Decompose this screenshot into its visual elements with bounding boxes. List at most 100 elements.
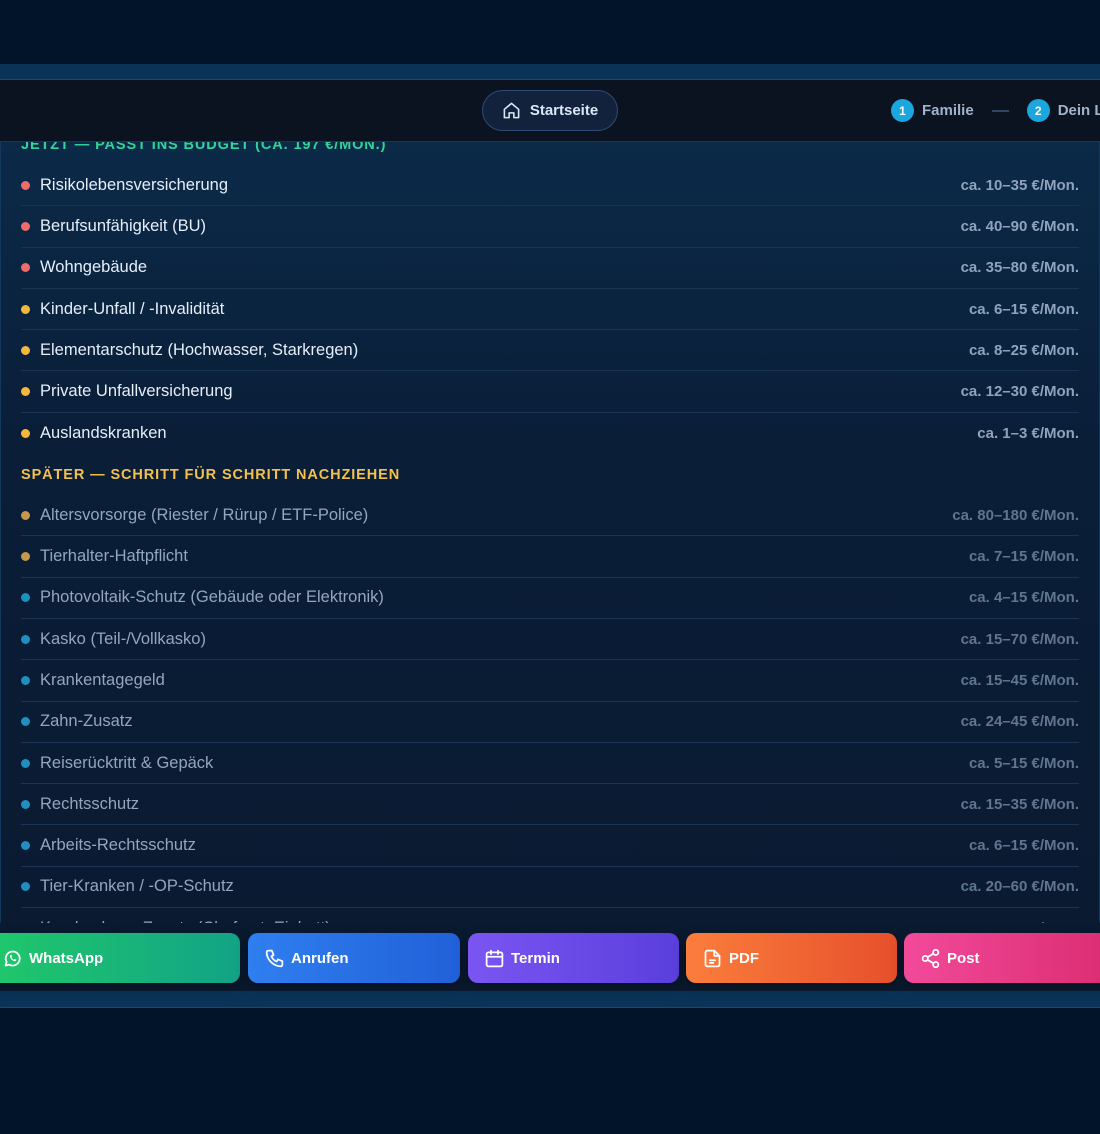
- list-item-price: ca. 1–3 €/Mon.: [977, 424, 1079, 442]
- list-item[interactable]: Kasko (Teil-/Vollkasko) ca. 15–70 €/Mon.: [21, 619, 1079, 661]
- list-item-price: ca. 6–15 €/Mon.: [968, 300, 1079, 318]
- list-item[interactable]: Altersvorsorge (Riester / Rürup / ETF-Po…: [21, 495, 1079, 537]
- list-item-price: ca. 15–35 €/Mon.: [960, 795, 1079, 813]
- priority-dot: [21, 552, 30, 562]
- appointment-button-label: Termin: [511, 949, 560, 967]
- priority-dot: [21, 717, 30, 727]
- list-item-price: ca. 7–15 €/Mon.: [968, 548, 1079, 566]
- priority-dot: [21, 180, 30, 190]
- step-number-badge: 2: [1026, 99, 1050, 122]
- list-item-label: Altersvorsorge (Riester / Rürup / ETF-Po…: [40, 505, 369, 524]
- list-item[interactable]: Elementarschutz (Hochwasser, Starkregen)…: [21, 330, 1079, 372]
- section-title-now: JETZT — PASST INS BUDGET (CA. 197 €/MON.…: [21, 142, 387, 153]
- list-item[interactable]: Rechtsschutz ca. 15–35 €/Mon.: [21, 784, 1079, 826]
- list-item-price: ca. 15–70 €/Mon.: [960, 630, 1079, 648]
- list-item[interactable]: Photovoltaik-Schutz (Gebäude oder Elektr…: [21, 578, 1079, 619]
- app-screen: Startseite 1 Familie 2 Dein Le JETZT — P…: [0, 0, 1100, 1134]
- priority-dot: [21, 345, 30, 355]
- priority-dot: [21, 799, 30, 809]
- step-label: Familie: [922, 102, 974, 119]
- list-item-label: Wohngebäude: [40, 258, 148, 277]
- list-item-price: ca. 20–60 €/Mon.: [960, 878, 1079, 896]
- step-dein-leben[interactable]: 2 Dein Le: [1026, 99, 1100, 122]
- step-label: Dein Le: [1057, 102, 1100, 119]
- pdf-button-label: PDF: [729, 949, 759, 967]
- priority-dot: [21, 882, 30, 892]
- priority-dot: [21, 634, 30, 644]
- post-button-label: Post: [947, 949, 980, 967]
- list-item[interactable]: Risikolebensversicherung ca. 10–35 €/Mon.: [21, 165, 1079, 207]
- bottom-accent-strip: [0, 991, 1100, 1007]
- list-item-label: Arbeits-Rechtsschutz: [40, 836, 196, 855]
- list-item-label: Elementarschutz (Hochwasser, Starkregen): [40, 340, 359, 359]
- list-item-price: ca. 15–45 €/Mon.: [960, 671, 1079, 689]
- whatsapp-button[interactable]: WhatsApp: [0, 933, 240, 983]
- list-item-price: ca. 80–180 €/Mon.: [952, 506, 1079, 524]
- list-item[interactable]: Krankenhaus-Zusatz (Chefarzt, Einbett)ca…: [21, 908, 1079, 923]
- recommendation-panel[interactable]: JETZT — PASST INS BUDGET (CA. 197 €/MON.…: [0, 142, 1100, 923]
- list-item-price: ca. 8–25 €/Mon.: [968, 341, 1079, 359]
- list-item-label: Zahn-Zusatz: [40, 712, 133, 731]
- list-item-price: ca. 24–45 €/Mon.: [960, 713, 1079, 731]
- whatsapp-button-label: WhatsApp: [29, 949, 104, 967]
- priority-dot: [21, 841, 30, 851]
- list-item-price: ca. 10–35 €/Mon.: [960, 176, 1079, 194]
- list-item[interactable]: Wohngebäude ca. 35–80 €/Mon.: [21, 248, 1079, 289]
- home-button[interactable]: Startseite: [482, 90, 618, 131]
- step-separator: [991, 109, 1009, 112]
- list-item-price: ca. 5–15 €/Mon.: [968, 754, 1079, 772]
- pdf-button[interactable]: PDF: [686, 933, 897, 983]
- list-item-label: Rechtsschutz: [40, 794, 140, 813]
- list-item-price: ca. 4–15 €/Mon.: [968, 589, 1079, 607]
- priority-dot: [21, 263, 30, 273]
- list-item-label: Krankentagegeld: [40, 670, 165, 689]
- list-item[interactable]: Auslandskranken ca. 1–3 €/Mon.: [21, 413, 1079, 454]
- list-item-label: Photovoltaik-Schutz (Gebäude oder Elektr…: [40, 588, 384, 607]
- list-item[interactable]: Kinder-Unfall / -Invalidität ca. 6–15 €/M…: [21, 289, 1079, 331]
- priority-dot: [21, 304, 30, 314]
- home-button-label: Startseite: [529, 102, 599, 119]
- list-item-label: Private Unfallversicherung: [40, 382, 233, 401]
- section-later-list: Altersvorsorge (Riester / Rürup / ETF-Po…: [1, 495, 1099, 923]
- list-item[interactable]: Tier-Kranken / -OP-Schutz ca. 20–60 €/Mon…: [21, 867, 1079, 909]
- list-item[interactable]: Berufsunfähigkeit (BU) ca. 40–90 €/Mon.: [21, 206, 1079, 248]
- calendar-icon: [485, 949, 504, 967]
- home-icon: [503, 102, 520, 119]
- section-now-list: Risikolebensversicherung ca. 10–35 €/Mon.…: [1, 165, 1099, 454]
- header-bar: Startseite 1 Familie 2 Dein Le: [0, 80, 1100, 142]
- whatsapp-icon: [4, 950, 21, 966]
- appointment-button[interactable]: Termin: [468, 933, 679, 983]
- list-item-label: Berufsunfähigkeit (BU): [40, 216, 206, 235]
- share-icon: [921, 948, 940, 968]
- list-item-label: Kinder-Unfall / -Invalidität: [40, 299, 225, 318]
- list-item[interactable]: Tierhalter-Haftpflicht ca. 7–15 €/Mon.: [21, 536, 1079, 578]
- list-item-label: Tier-Kranken / -OP-Schutz: [40, 877, 234, 896]
- list-item-price: ca. 40–90 €/Mon.: [960, 217, 1079, 235]
- file-icon: [704, 949, 721, 967]
- list-item-label: Reiserücktritt & Gepäck: [40, 753, 214, 772]
- section-title-later: SPÄTER — SCHRITT FÜR SCHRITT NACHZIEHEN: [21, 466, 401, 483]
- list-item[interactable]: Arbeits-Rechtsschutz ca. 6–15 €/Mon.: [21, 825, 1079, 867]
- list-item[interactable]: Reiserücktritt & Gepäck ca. 5–15 €/Mon.: [21, 743, 1079, 785]
- list-item-price: ca. 35–80 €/Mon.: [960, 259, 1079, 277]
- post-button[interactable]: Post: [904, 933, 1100, 983]
- call-button[interactable]: Anrufen: [248, 933, 460, 983]
- phone-icon: [265, 949, 284, 967]
- priority-dot: [21, 675, 30, 685]
- priority-dot: [21, 387, 30, 397]
- list-item-label: Tierhalter-Haftpflicht: [40, 547, 188, 566]
- list-item[interactable]: Zahn-Zusatz ca. 24–45 €/Mon.: [21, 702, 1079, 743]
- list-item[interactable]: Private Unfallversicherung ca. 12–30 €/Mo…: [21, 371, 1079, 413]
- priority-dot: [21, 221, 30, 231]
- top-accent-band: [0, 64, 1100, 80]
- list-item-price: ca. 12–30 €/Mon.: [960, 383, 1079, 401]
- list-item-label: Risikolebensversicherung: [40, 175, 229, 194]
- step-number-badge: 1: [891, 99, 914, 122]
- list-item[interactable]: Krankentagegeld ca. 15–45 €/Mon.: [21, 660, 1079, 702]
- list-item-label: Auslandskranken: [40, 423, 167, 442]
- priority-dot: [21, 510, 30, 520]
- priority-dot: [21, 428, 30, 438]
- priority-dot: [21, 758, 30, 768]
- step-familie[interactable]: 1 Familie: [891, 99, 974, 122]
- list-item-price: ca. 6–15 €/Mon.: [968, 837, 1079, 855]
